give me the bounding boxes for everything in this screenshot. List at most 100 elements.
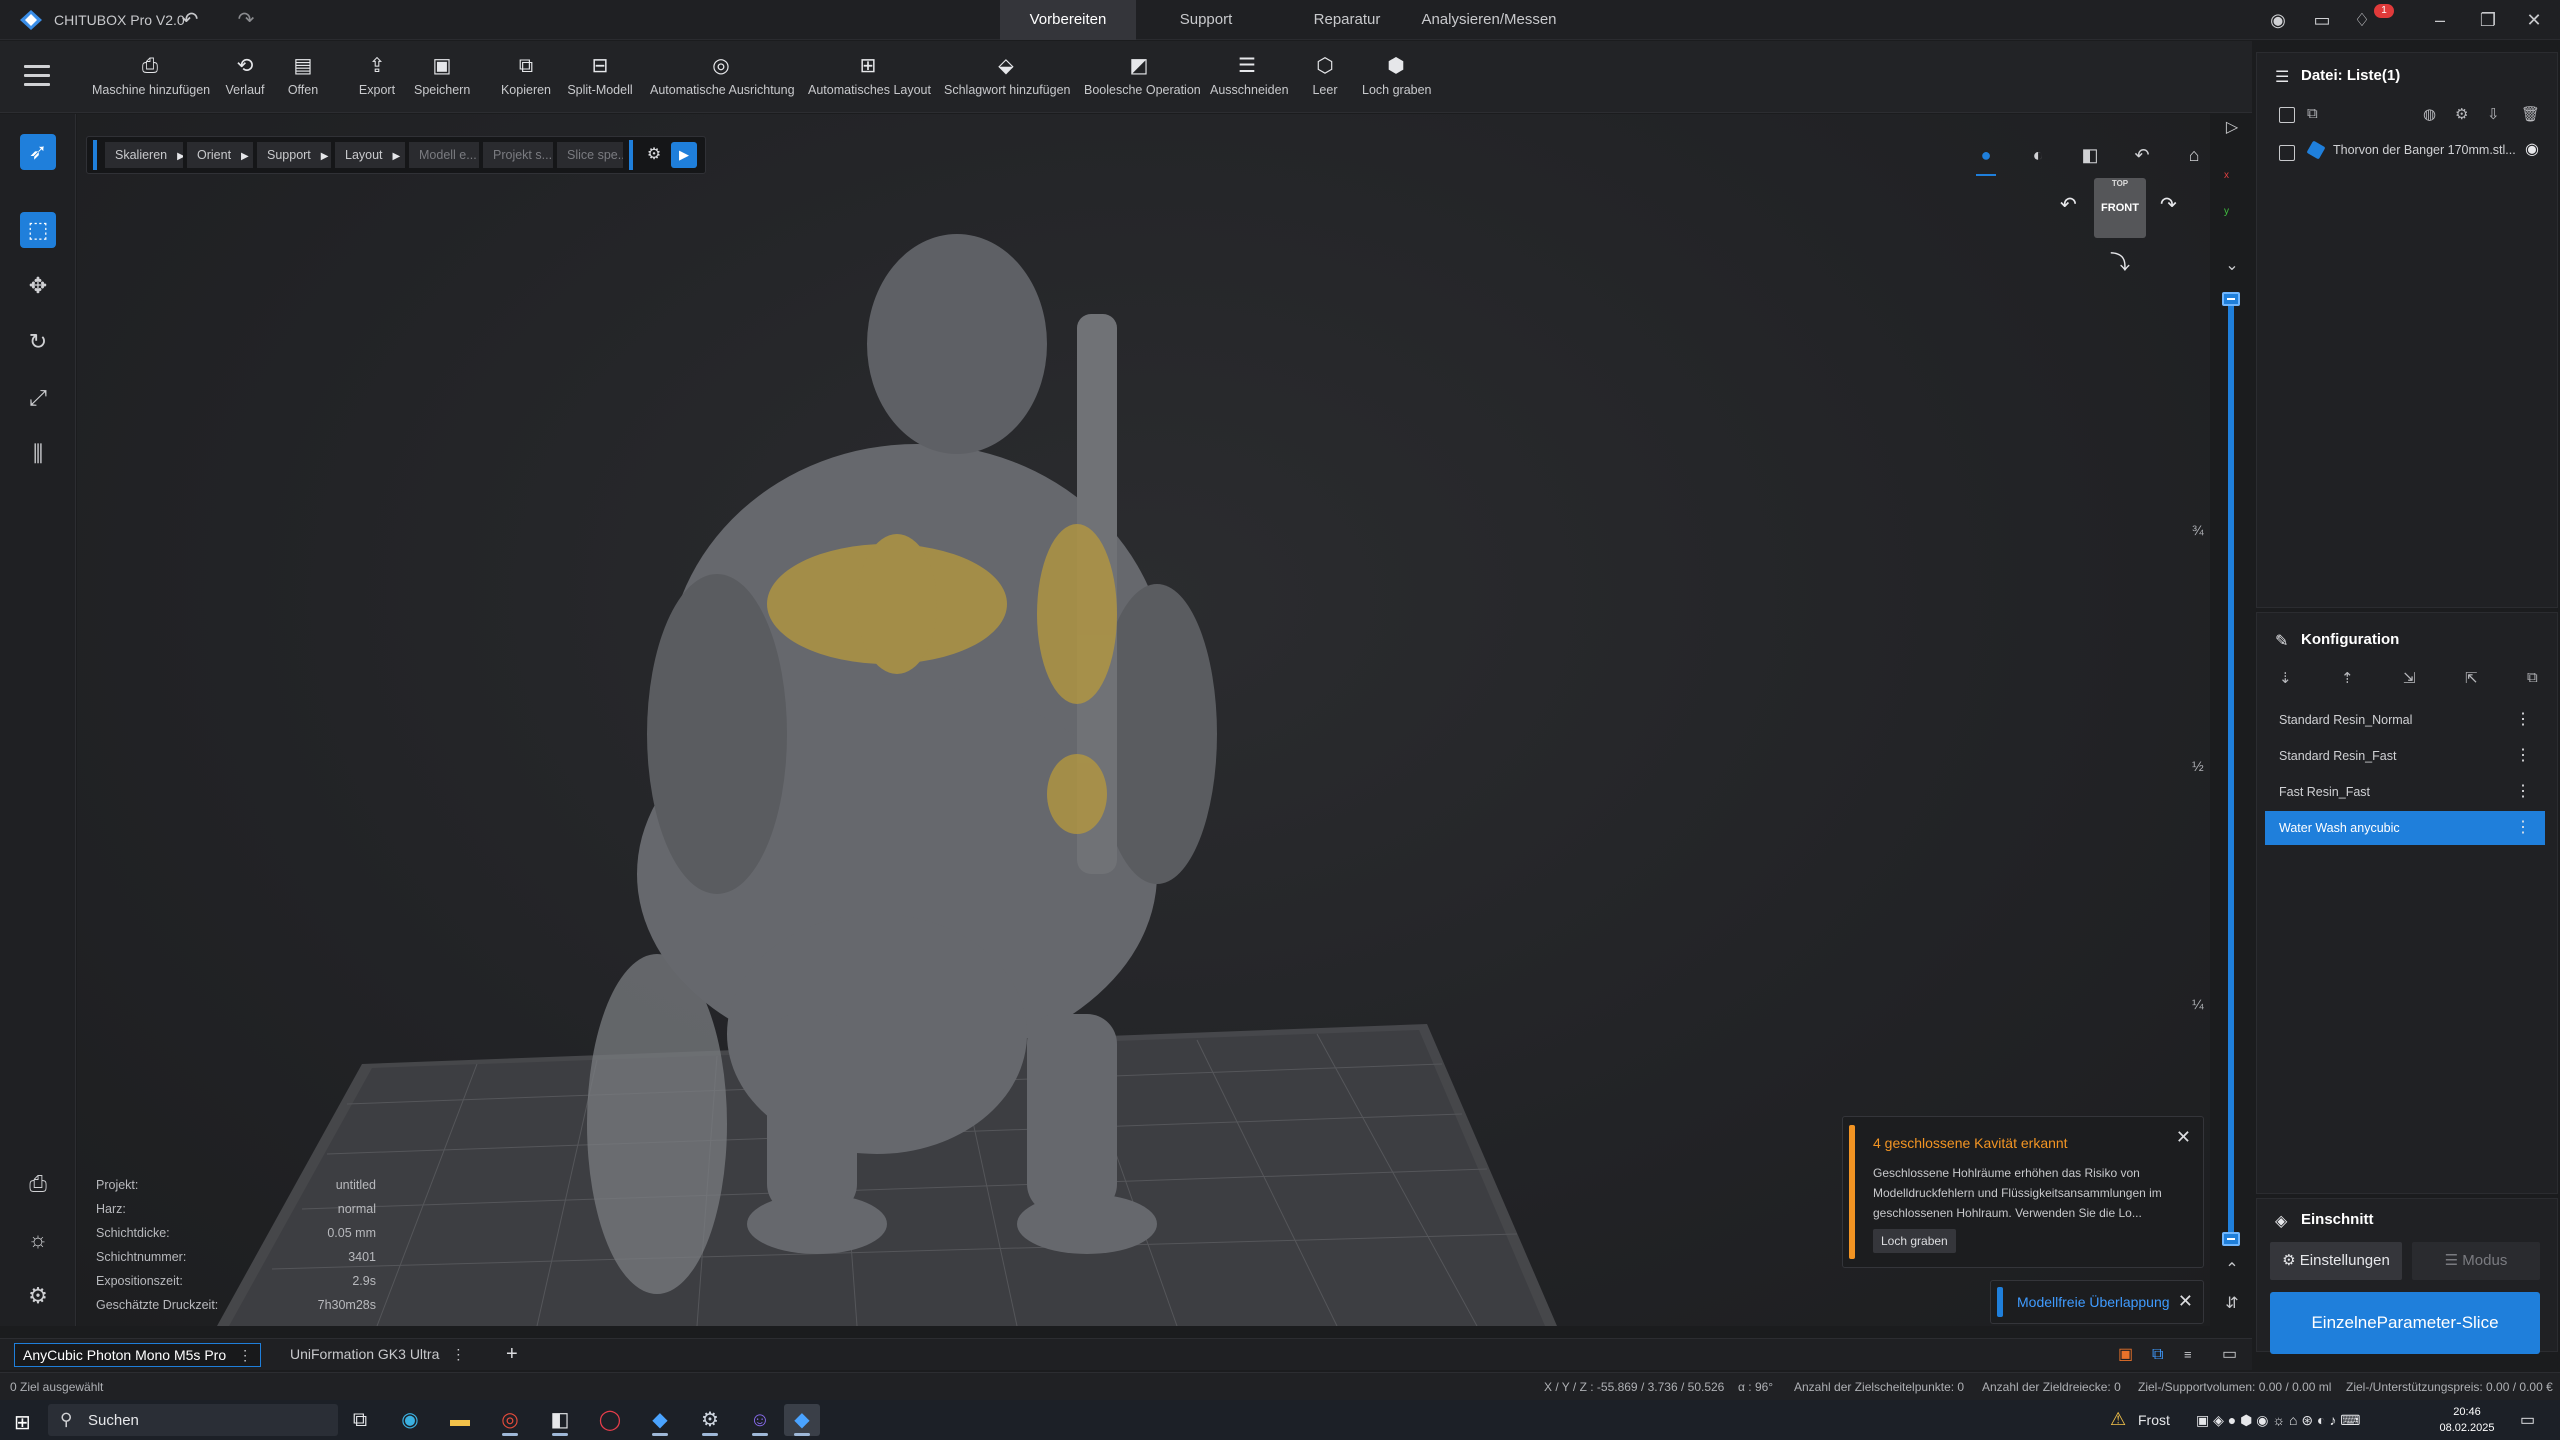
navigation-cube[interactable]: TOP FRONT ↶ ↷ ⤵: [2060, 178, 2180, 278]
settings-icon[interactable]: ⚙: [2455, 105, 2468, 123]
file-list-item[interactable]: Thorvon der Banger 170mm.stl...: [2333, 143, 2516, 157]
auto-layout-button[interactable]: ⊞ Automatisches Layout: [808, 53, 931, 103]
edge-icon[interactable]: ◉: [392, 1404, 428, 1436]
workflow-step-scale[interactable]: Skalieren ▶: [105, 142, 183, 168]
machine-tab-uniformation[interactable]: UniFormation GK3 Ultra ⋮: [282, 1343, 473, 1367]
open-button[interactable]: ▤ Offen: [282, 53, 324, 103]
rotate-left-icon[interactable]: ↶: [2060, 192, 2077, 217]
windows-start-icon[interactable]: ⊞: [14, 1410, 31, 1435]
rotate-tool-icon[interactable]: ↻: [20, 324, 56, 360]
collapse-panel-icon[interactable]: ▷: [2220, 116, 2244, 140]
home-view-icon[interactable]: ⌂: [2168, 140, 2220, 170]
undo-icon[interactable]: ↶: [178, 8, 202, 32]
delete-icon[interactable]: 🗑: [2521, 105, 2540, 123]
close-icon[interactable]: ✕: [2178, 1291, 2193, 1312]
layout-grid-icon[interactable]: ▣: [2118, 1345, 2133, 1365]
printer-queue-icon[interactable]: ⎙: [20, 1166, 56, 1202]
profile-item-selected[interactable]: Water Wash anycubic ⋮: [2265, 811, 2545, 845]
chat-icon[interactable]: ▭: [2310, 8, 2334, 32]
file-checkbox[interactable]: [2279, 145, 2295, 161]
overlap-notification-text[interactable]: Modellfreie Überlappung: [2017, 1294, 2170, 1310]
discord-icon[interactable]: ☺: [742, 1404, 778, 1436]
settings-tab[interactable]: ⚙ Einstellungen: [2270, 1242, 2402, 1280]
color-palette-icon[interactable]: ◍: [2423, 105, 2436, 123]
save-button[interactable]: ▣ Speichern: [414, 53, 470, 103]
rocket-icon[interactable]: ➶: [20, 134, 56, 170]
layer-slider-upper-handle[interactable]: [2222, 292, 2240, 306]
slice-button[interactable]: EinzelneParameter-Slice: [2270, 1292, 2540, 1354]
tray-icons[interactable]: ▣ ◈ ● ⬢ ◉ ☼ ⌂ ⊛ ◐ ♪ ⌨: [2196, 1412, 2360, 1429]
restore-icon[interactable]: ❐: [2472, 6, 2504, 34]
copy-profile-icon[interactable]: ⧉: [2527, 669, 2538, 686]
list-icon[interactable]: ≡: [2184, 1345, 2192, 1365]
cube-face[interactable]: TOP FRONT: [2094, 178, 2146, 238]
notification-bell-icon[interactable]: ♢: [2350, 8, 2374, 32]
add-machine-tab-icon[interactable]: +: [506, 1343, 518, 1365]
split-model-button[interactable]: ⊟ Split-Modell: [566, 53, 634, 103]
rotate-right-icon[interactable]: ↷: [2160, 192, 2177, 217]
task-view-icon[interactable]: ⧉: [342, 1404, 378, 1436]
dig-hole-button[interactable]: ⬢ Loch graben: [1362, 53, 1432, 103]
solid-view-icon[interactable]: ●: [1960, 140, 2012, 176]
hollow-button[interactable]: ⬡ Leer: [1310, 53, 1340, 103]
cloud-upload-icon[interactable]: ⇡: [2341, 669, 2354, 687]
boolean-operation-button[interactable]: ◩ Boolesche Operation: [1084, 53, 1201, 103]
explorer-icon[interactable]: ▬: [442, 1404, 478, 1436]
layer-slider-track[interactable]: [2228, 298, 2234, 1240]
machine-tab-anycubic[interactable]: AnyCubic Photon Mono M5s Pro ⋮: [14, 1343, 262, 1367]
multi-plate-icon[interactable]: ⧉: [2152, 1345, 2163, 1365]
import-profile-icon[interactable]: ⇲: [2403, 669, 2416, 687]
tab-analysieren[interactable]: Analysieren/Messen: [1418, 0, 1560, 40]
visibility-eye-icon[interactable]: ◉: [2525, 139, 2539, 159]
menu-icon[interactable]: [24, 65, 50, 87]
auto-orient-button[interactable]: ◎ Automatische Ausrichtung: [650, 53, 795, 103]
light-icon[interactable]: ☼: [20, 1222, 56, 1258]
rotate-down-icon[interactable]: ⤵: [2110, 246, 2130, 275]
workflow-step-layout[interactable]: Layout ▶: [335, 142, 405, 168]
workflow-step-orient[interactable]: Orient ▶: [187, 142, 253, 168]
workflow-step-slice[interactable]: Slice spe...: [557, 142, 623, 168]
redo-icon[interactable]: ↷: [234, 8, 258, 32]
app-icon[interactable]: ◧: [542, 1404, 578, 1436]
export-profile-icon[interactable]: ⇱: [2465, 669, 2478, 687]
group-icon[interactable]: ⧉: [2307, 105, 2318, 122]
chevron-up-icon[interactable]: ⌃: [2220, 1258, 2244, 1282]
tab-reparatur[interactable]: Reparatur: [1276, 0, 1418, 40]
tab-support[interactable]: Support: [1136, 0, 1276, 40]
taskbar-clock[interactable]: 20:46 08.02.2025: [2432, 1404, 2502, 1436]
tab-vorbereiten[interactable]: Vorbereiten: [1000, 0, 1136, 40]
export-button[interactable]: ⇪ Export: [356, 53, 398, 103]
move-tool-icon[interactable]: ✥: [20, 268, 56, 304]
chevron-down-icon[interactable]: ⌄: [2220, 254, 2244, 278]
account-icon[interactable]: ◉: [2266, 8, 2290, 32]
workflow-step-model[interactable]: Modell e...▶: [409, 142, 479, 168]
close-icon[interactable]: ✕: [2518, 6, 2550, 34]
profile-item[interactable]: Standard Resin_Normal ⋮: [2265, 703, 2545, 737]
cloud-download-icon[interactable]: ⇣: [2279, 669, 2292, 687]
add-tag-button[interactable]: ⬙ Schlagwort hinzufügen: [944, 53, 1070, 103]
xray-view-icon[interactable]: ◐: [2012, 140, 2064, 170]
profile-item[interactable]: Standard Resin_Fast ⋮: [2265, 739, 2545, 773]
notification-center-icon[interactable]: ▭: [2520, 1410, 2535, 1430]
workflow-step-project[interactable]: Projekt s...▶: [483, 142, 553, 168]
taskbar-search[interactable]: ⚲ Suchen: [48, 1404, 338, 1436]
profile-item[interactable]: Fast Resin_Fast ⋮: [2265, 775, 2545, 809]
select-tool-icon[interactable]: ⬚: [20, 212, 56, 248]
add-machine-button[interactable]: ⎙ Maschine hinzufügen: [92, 53, 210, 103]
weather-label[interactable]: Frost: [2138, 1412, 2170, 1428]
layer-slider-lower-handle[interactable]: [2222, 1232, 2240, 1246]
close-icon[interactable]: ✕: [2176, 1127, 2191, 1148]
slider-settings-icon[interactable]: ⇵: [2220, 1292, 2244, 1316]
chitubox-pro-taskbar-icon[interactable]: ◆: [784, 1404, 820, 1436]
opera-icon[interactable]: ◯: [592, 1404, 628, 1436]
workflow-run-icon[interactable]: ▶: [671, 142, 697, 168]
workflow-step-support[interactable]: Support ▶: [257, 142, 331, 168]
cut-button[interactable]: ☰ Ausschneiden: [1210, 53, 1289, 103]
select-all-checkbox[interactable]: [2279, 107, 2295, 123]
rotate-view-icon[interactable]: ↶: [2116, 140, 2168, 170]
import-icon[interactable]: ⇩: [2487, 105, 2500, 123]
dig-hole-notification-button[interactable]: Loch graben: [1873, 1229, 1956, 1253]
console-icon[interactable]: ▭: [2222, 1345, 2237, 1365]
history-button[interactable]: ⟲ Verlauf: [222, 53, 268, 103]
chrome-icon[interactable]: ◎: [492, 1404, 528, 1436]
